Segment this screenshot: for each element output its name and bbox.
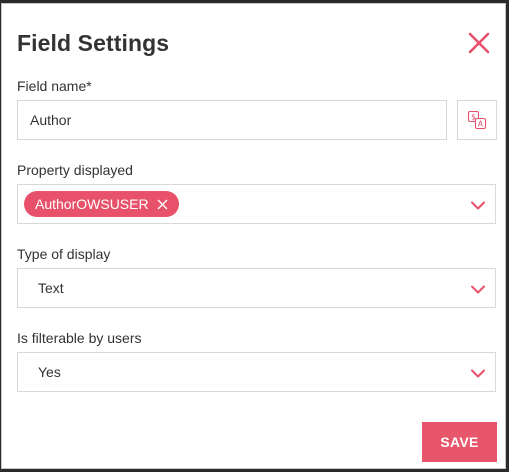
svg-text:$: $ (471, 113, 476, 122)
chevron-down-icon (471, 369, 485, 377)
type-of-display-label: Type of display (17, 246, 111, 262)
tag-remove-icon (157, 199, 168, 209)
property-tag: AuthorOWSUSER (24, 191, 179, 217)
chevron-down-icon (471, 201, 485, 209)
translate-icon: $ A (467, 110, 487, 130)
type-of-display-value: Text (38, 280, 64, 296)
close-button[interactable] (464, 28, 494, 58)
is-filterable-label: Is filterable by users (17, 330, 142, 346)
field-settings-dialog: Field Settings Field name* $ A Property … (1, 3, 506, 469)
type-of-display-select[interactable]: Text (17, 268, 496, 308)
is-filterable-select[interactable]: Yes (17, 352, 496, 392)
save-button[interactable]: SAVE (422, 422, 497, 462)
property-displayed-select[interactable]: AuthorOWSUSER (17, 184, 496, 224)
filterable-dropdown-toggle[interactable] (470, 366, 486, 380)
chevron-down-icon (471, 285, 485, 293)
dialog-title: Field Settings (17, 30, 170, 56)
tag-remove-button[interactable] (157, 198, 169, 210)
close-icon (468, 32, 490, 54)
translate-button[interactable]: $ A (457, 100, 497, 140)
field-name-label: Field name* (17, 78, 92, 94)
field-name-input[interactable] (17, 100, 447, 140)
is-filterable-value: Yes (38, 364, 61, 380)
property-dropdown-toggle[interactable] (470, 198, 486, 212)
svg-text:A: A (478, 120, 484, 129)
property-tag-label: AuthorOWSUSER (35, 196, 149, 212)
type-dropdown-toggle[interactable] (470, 282, 486, 296)
property-displayed-label: Property displayed (17, 162, 133, 178)
